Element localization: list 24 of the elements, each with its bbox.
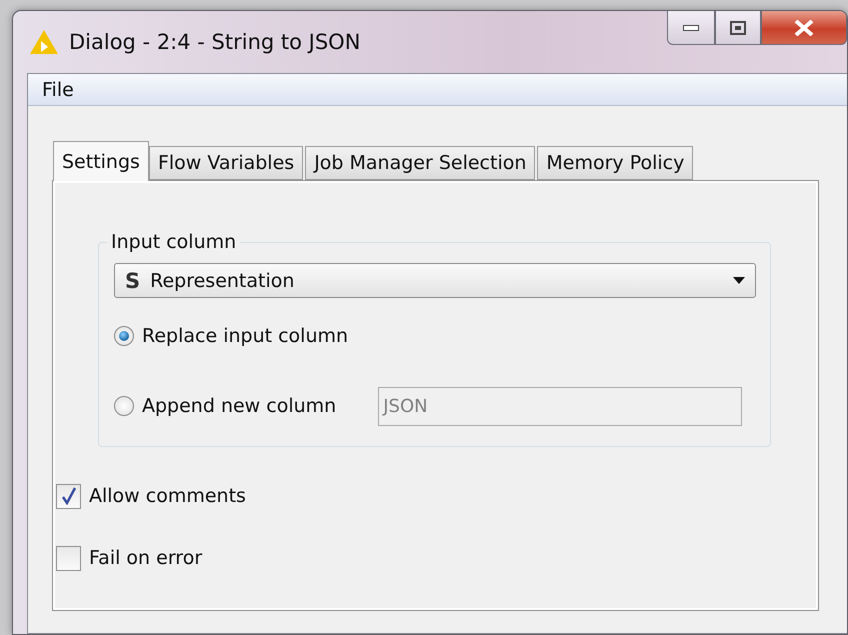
close-icon [794, 20, 814, 36]
radio-label: Replace input column [142, 325, 348, 347]
tab[interactable]: Job Manager Selection [305, 146, 536, 180]
string-type-icon: S [125, 268, 140, 292]
minimize-button[interactable] [667, 11, 715, 45]
column-dropdown[interactable]: S Representation [114, 263, 756, 298]
checkbox[interactable] [56, 546, 81, 570]
minimize-icon [683, 24, 699, 30]
checkbox-label: Fail on error [89, 547, 202, 569]
triangle-logo-icon [29, 29, 59, 55]
close-button[interactable] [761, 11, 847, 45]
window-title: Dialog - 2:4 - String to JSON [69, 30, 360, 54]
maximize-button[interactable] [715, 11, 761, 45]
radio-button[interactable] [114, 326, 134, 346]
group-title: Input column [110, 231, 238, 253]
checkbox-label: Allow comments [89, 485, 246, 507]
checkbox[interactable] [56, 484, 81, 508]
dropdown-caret-icon [733, 277, 745, 284]
menu-item[interactable]: File [40, 78, 76, 100]
tab[interactable]: Settings [53, 141, 149, 181]
tab[interactable]: Memory Policy [537, 146, 694, 180]
radio-label: Append new column [142, 395, 336, 417]
maximize-icon [730, 20, 746, 34]
tab[interactable]: Flow Variables [148, 146, 304, 180]
